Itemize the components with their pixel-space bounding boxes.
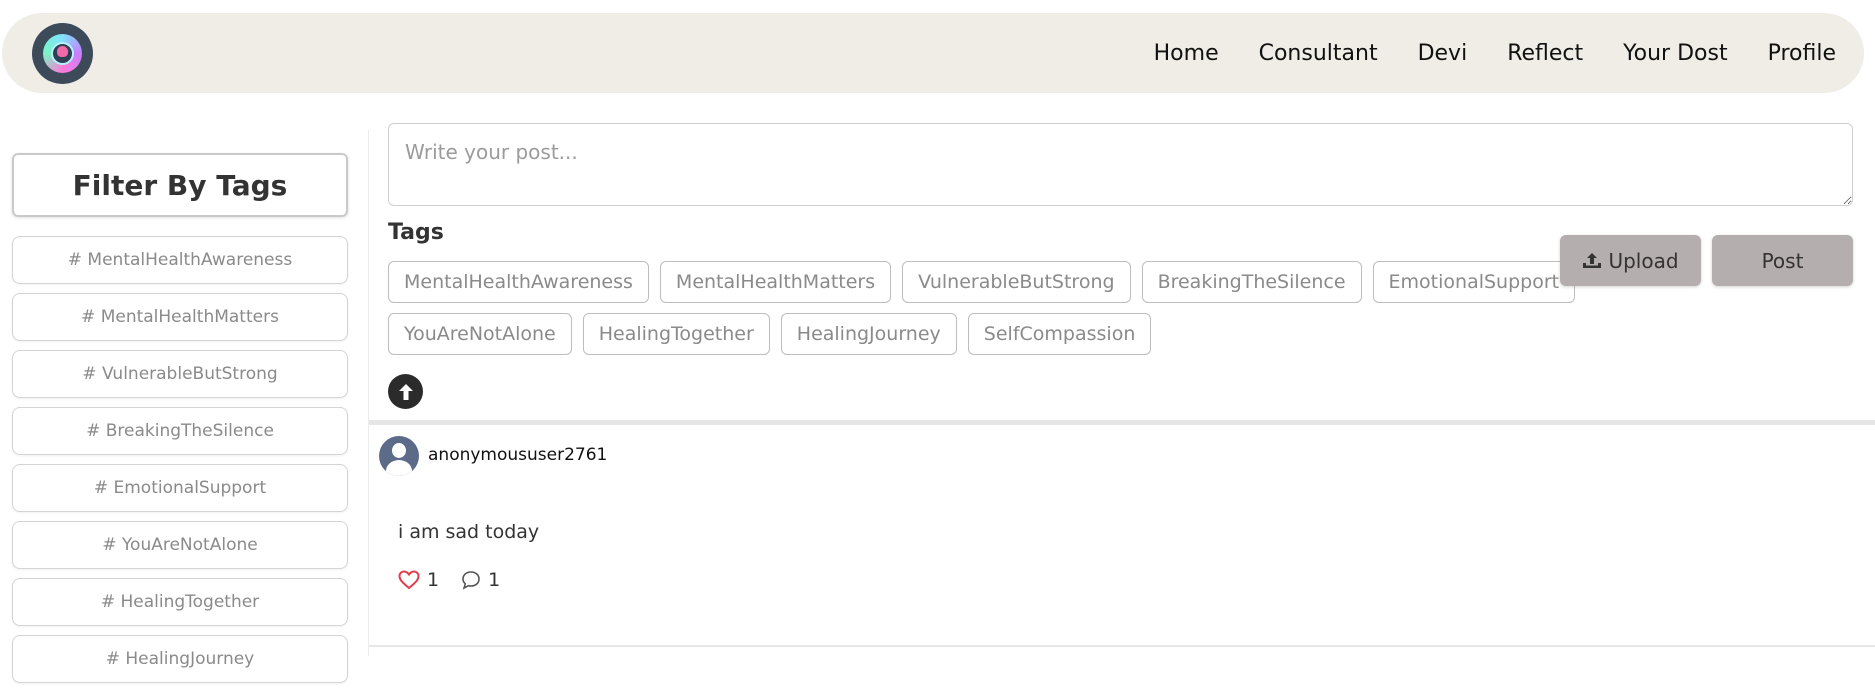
filter-item-breakingthesilence[interactable]: # BreakingTheSilence xyxy=(12,407,348,455)
post-label: Post xyxy=(1761,248,1804,273)
filter-item-mentalhealthmatters[interactable]: # MentalHealthMatters xyxy=(12,293,348,341)
nav-reflect[interactable]: Reflect xyxy=(1507,41,1583,66)
upload-label: Upload xyxy=(1608,248,1679,273)
tag-option[interactable]: MentalHealthMatters xyxy=(659,261,892,303)
filter-item-healingjourney[interactable]: # HealingJourney xyxy=(12,635,348,683)
upload-button[interactable]: Upload xyxy=(1560,235,1701,286)
avatar[interactable] xyxy=(379,436,419,476)
heart-icon xyxy=(398,570,420,590)
filter-title: Filter By Tags xyxy=(12,153,348,217)
nav-consultant[interactable]: Consultant xyxy=(1259,41,1378,66)
brain-icon xyxy=(57,46,68,57)
nav-your-dost[interactable]: Your Dost xyxy=(1623,41,1727,66)
post-actions: 1 1 xyxy=(398,569,500,591)
upload-icon xyxy=(1583,252,1602,268)
filter-list: # MentalHealthAwareness # MentalHealthMa… xyxy=(12,236,348,683)
tag-option[interactable]: VulnerableButStrong xyxy=(902,261,1131,303)
tag-option[interactable]: HealingTogether xyxy=(582,313,770,355)
avatar-body xyxy=(386,460,412,476)
tag-option[interactable]: MentalHealthAwareness xyxy=(388,261,649,303)
filter-item-emotionalsupport[interactable]: # EmotionalSupport xyxy=(12,464,348,512)
post-body: i am sad today xyxy=(398,521,540,543)
navbar: Home Consultant Devi Reflect Your Dost P… xyxy=(2,13,1864,93)
comment-count: 1 xyxy=(488,569,501,591)
tag-option[interactable]: HealingJourney xyxy=(780,313,957,355)
post-username[interactable]: anonymoususer2761 xyxy=(428,445,607,465)
like-button[interactable]: 1 xyxy=(398,569,439,591)
nav-profile[interactable]: Profile xyxy=(1768,41,1836,66)
tag-option[interactable]: SelfCompassion xyxy=(967,313,1152,355)
tag-option[interactable]: EmotionalSupport xyxy=(1372,261,1576,303)
avatar-head xyxy=(392,443,406,458)
nav-home[interactable]: Home xyxy=(1154,41,1219,66)
filter-item-healingtogether[interactable]: # HealingTogether xyxy=(12,578,348,626)
nav-devi[interactable]: Devi xyxy=(1418,41,1468,66)
filter-item-vulnerablebutstrong[interactable]: # VulnerableButStrong xyxy=(12,350,348,398)
comment-button[interactable]: 1 xyxy=(461,569,500,591)
filter-item-youarenotalone[interactable]: # YouAreNotAlone xyxy=(12,521,348,569)
scroll-to-top-button[interactable] xyxy=(388,374,423,409)
post-input[interactable] xyxy=(388,123,1853,206)
tag-option[interactable]: BreakingTheSilence xyxy=(1141,261,1362,303)
tag-row: YouAreNotAlone HealingTogether HealingJo… xyxy=(388,313,1152,355)
tag-filter-sidebar: Filter By Tags # MentalHealthAwareness #… xyxy=(12,153,348,692)
comment-icon xyxy=(462,571,480,590)
tags-heading: Tags xyxy=(388,220,444,245)
tag-row: MentalHealthAwareness MentalHealthMatter… xyxy=(388,261,1576,303)
tag-option[interactable]: YouAreNotAlone xyxy=(388,313,572,355)
app-logo[interactable] xyxy=(32,23,93,84)
arrow-up-icon xyxy=(398,383,413,400)
post-button[interactable]: Post xyxy=(1712,235,1853,286)
main-nav: Home Consultant Devi Reflect Your Dost P… xyxy=(1154,13,1836,93)
filter-item-mentalhealthawareness[interactable]: # MentalHealthAwareness xyxy=(12,236,348,284)
post-card: anonymoususer2761 i am sad today 1 1 xyxy=(369,425,1875,647)
like-count: 1 xyxy=(427,569,440,591)
